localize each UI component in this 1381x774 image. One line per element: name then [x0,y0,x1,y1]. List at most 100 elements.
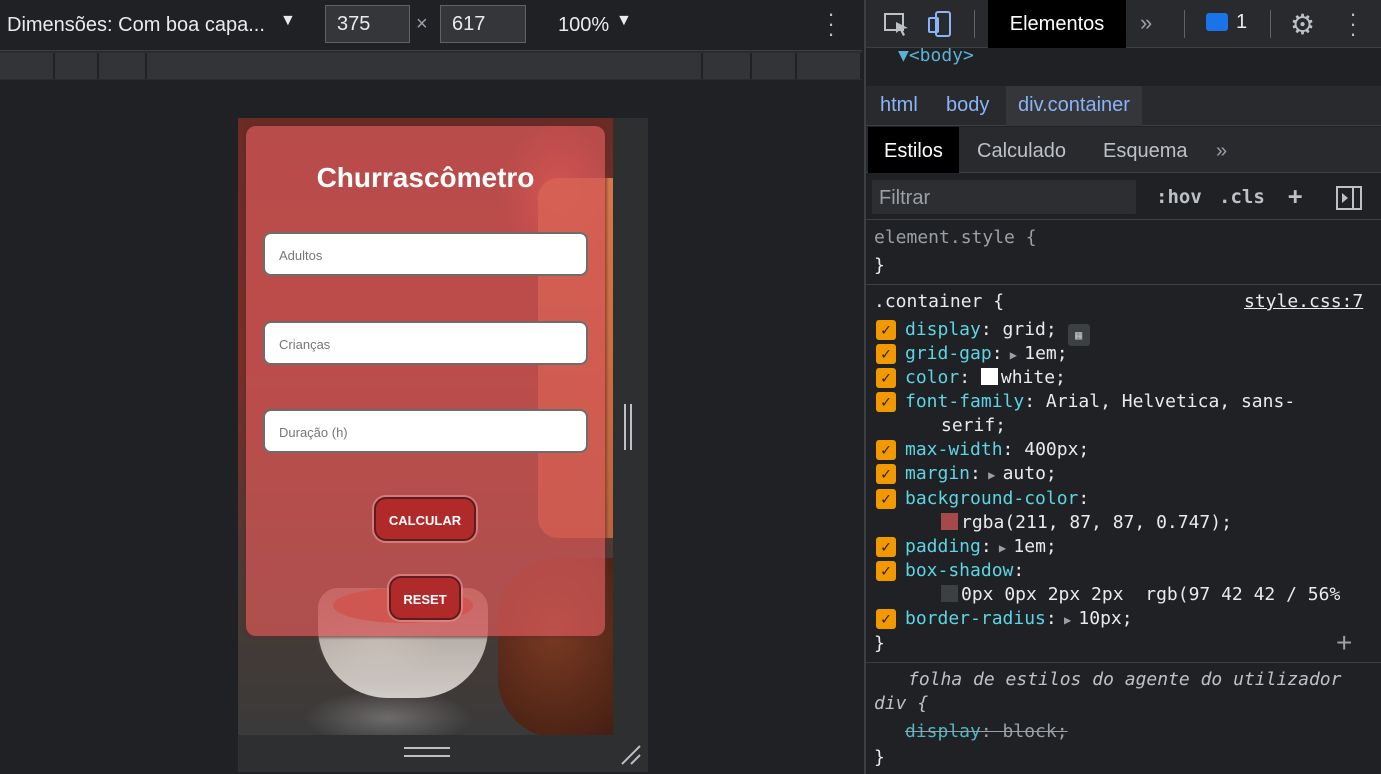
dom-node-body[interactable]: ▼<body> [898,48,974,66]
dimensions-dropdown[interactable]: Dimensões: Com boa capa... [7,14,265,37]
property-checkbox[interactable]: ✓ [876,464,896,484]
property-value[interactable]: serif; [941,415,1006,436]
breadcrumb-div-container[interactable]: div.container [1006,86,1142,126]
breadcrumb-body[interactable]: body [934,86,1001,126]
property-checkbox[interactable]: ✓ [876,440,896,460]
add-property-plus-icon[interactable]: + [1336,627,1352,659]
width-input[interactable]: 375 [325,5,410,43]
separator [974,10,975,38]
devtools-menu-icon[interactable]: · · · [1346,3,1360,45]
property-name[interactable]: color [905,367,959,388]
property-name[interactable]: border-radius [905,608,1046,629]
color-swatch[interactable] [941,513,958,530]
property-value[interactable]: 1em; [1024,343,1067,364]
property-name[interactable]: max-width [905,439,1003,460]
height-input[interactable]: 617 [440,5,526,43]
ruler-segment[interactable] [147,53,703,79]
property-value[interactable]: rgba(211, 87, 87, 0.747); [961,512,1232,533]
device-frame: Churrascômetro Adultos Crianças Duração … [238,118,648,772]
more-tabs-icon[interactable]: » [1140,10,1152,36]
property-value[interactable]: 1em; [1013,536,1056,557]
device-toggle-icon[interactable] [926,10,956,38]
height-resize-handle[interactable] [404,747,450,757]
shadow-editor-icon[interactable] [941,585,958,602]
app-root: Dimensões: Com boa capa... ▼ 375 × 617 1… [0,0,1381,774]
ruler-segment[interactable] [55,53,99,79]
property-checkbox[interactable]: ✓ [876,561,896,581]
tab-styles[interactable]: Estilos [868,127,959,173]
corner-resize-icon[interactable] [618,742,642,766]
breadcrumb-html[interactable]: html [868,86,930,126]
ruler-segment[interactable] [0,53,55,79]
separator [1270,10,1271,38]
property-value[interactable]: Arial, Helvetica, sans- [1046,391,1295,412]
filter-input[interactable]: Filtrar [872,180,1136,214]
element-style-selector[interactable]: element.style { [874,227,1037,248]
property-value[interactable]: white; [1001,367,1066,388]
new-rule-plus-icon[interactable]: + [1288,182,1302,210]
property-value[interactable]: auto; [1003,463,1057,484]
property-name[interactable]: font-family [905,391,1024,412]
times-sign: × [416,13,428,35]
more-options-icon[interactable]: · · · [824,3,838,45]
property-checkbox[interactable]: ✓ [876,609,896,629]
tab-computed[interactable]: Calculado [977,127,1066,173]
styles-filter-bar: Filtrar :hov .cls + [866,174,1381,220]
color-swatch[interactable] [980,368,998,385]
reset-button[interactable]: RESET [389,576,461,620]
property-checkbox[interactable]: ✓ [876,392,896,412]
children-input[interactable]: Crianças [263,321,588,365]
dropdown-arrow-icon[interactable]: ▼ [280,12,296,30]
ruler-segment[interactable] [797,53,862,79]
ruler-segment[interactable] [752,53,797,79]
property-value[interactable]: 10px; [1078,608,1132,629]
property-value[interactable]: 0px 0px 2px 2px rgb(97 42 42 / 56% [961,584,1340,605]
width-resize-handle[interactable] [624,404,632,450]
expand-triangle-icon[interactable]: ▶ [981,468,1003,482]
grid-editor-icon[interactable]: ▦ [1067,324,1090,346]
user-agent-comment: folha de estilos do agente do utilizador [908,669,1342,690]
property-name[interactable]: display [905,721,981,742]
tab-elements[interactable]: Elementos [988,0,1126,48]
message-icon [1206,13,1228,31]
toggle-sidebar-icon[interactable] [1336,186,1362,210]
ruler-segment[interactable] [703,53,752,79]
property-checkbox[interactable]: ✓ [876,537,896,557]
calculate-button[interactable]: CALCULAR [374,497,476,541]
calculator-container: Churrascômetro Adultos Crianças Duração … [246,126,605,636]
property-name[interactable]: background-color [905,488,1078,509]
property-name[interactable]: margin [905,463,970,484]
property-checkbox[interactable]: ✓ [876,489,896,509]
inspect-element-icon[interactable] [882,10,912,38]
adults-input[interactable]: Adultos [263,232,588,276]
zoom-dropdown[interactable]: 100% [558,14,609,37]
property-checkbox[interactable]: ✓ [876,344,896,364]
property-name[interactable]: display [905,319,981,340]
ruler-segment[interactable] [99,53,147,79]
property-checkbox[interactable]: ✓ [876,320,896,340]
close-brace: } [874,255,885,276]
settings-gear-icon[interactable]: ⚙ [1290,8,1315,41]
property-value[interactable]: grid; [1003,319,1057,340]
property-value[interactable]: 400px; [1024,439,1089,460]
property-value[interactable]: block; [1003,721,1068,742]
close-brace: } [874,747,885,768]
issues-button[interactable]: 1 [1200,10,1254,38]
property-name[interactable]: padding [905,536,981,557]
property-name[interactable]: box-shadow [905,560,1013,581]
expand-triangle-icon[interactable]: ▶ [1003,348,1025,362]
zoom-arrow-icon[interactable]: ▼ [616,12,632,30]
media-query-ruler[interactable] [0,50,862,80]
hov-button[interactable]: :hov [1156,186,1202,208]
cls-button[interactable]: .cls [1219,186,1265,208]
property-checkbox[interactable]: ✓ [876,368,896,388]
more-subtabs-icon[interactable]: » [1216,127,1227,173]
expand-triangle-icon[interactable]: ▶ [1057,613,1079,627]
expand-triangle-icon[interactable]: ▶ [992,541,1014,555]
container-selector[interactable]: .container { [874,291,1004,312]
duration-input[interactable]: Duração (h) [263,409,588,453]
tab-layout[interactable]: Esquema [1103,127,1188,173]
source-link[interactable]: style.css:7 [1244,291,1363,312]
user-agent-selector[interactable]: div { [874,693,928,714]
property-name[interactable]: grid-gap [905,343,992,364]
